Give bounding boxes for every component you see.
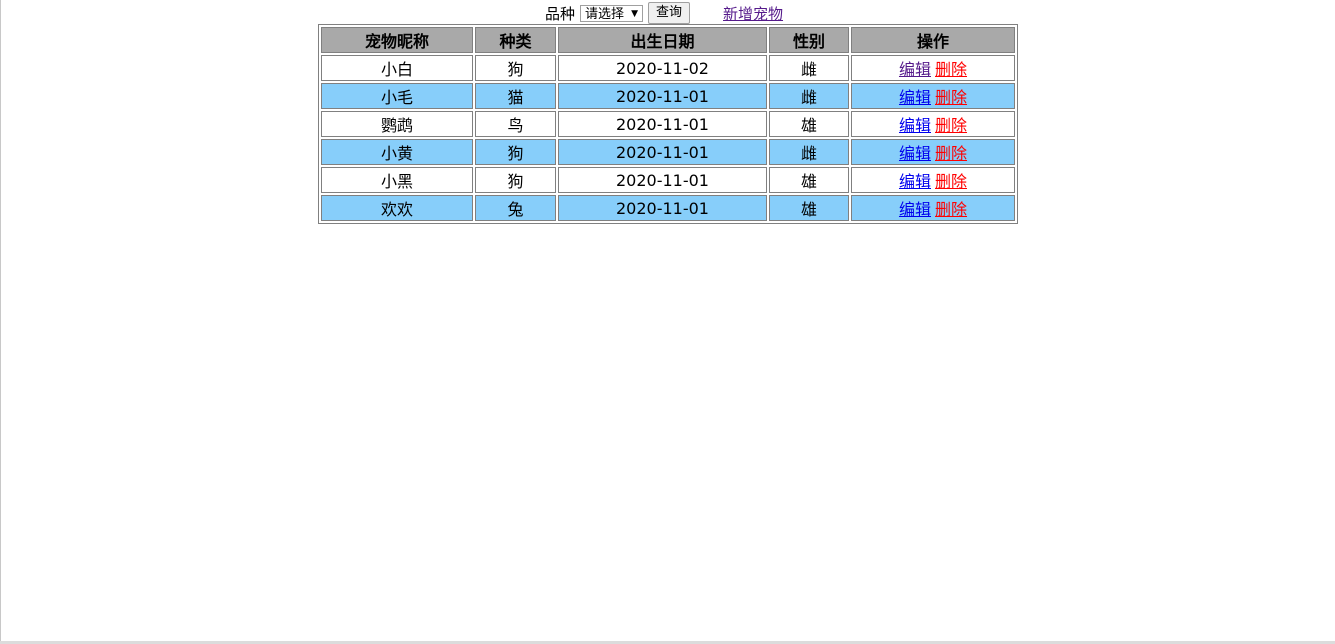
table-row: 小毛 猫 2020-11-01 雌 编辑 删除 (321, 83, 1015, 109)
pet-kind: 狗 (475, 167, 556, 193)
delete-link[interactable]: 删除 (935, 60, 967, 79)
page: 品种 请选择 ▼ 查询 新增宠物 宠物昵称 种类 出生日期 性别 操作 小白 狗… (0, 0, 1335, 644)
pet-actions: 编辑 删除 (851, 167, 1015, 193)
breed-select-value: 请选择 (585, 6, 625, 22)
pet-kind: 狗 (475, 55, 556, 81)
pet-table: 宠物昵称 种类 出生日期 性别 操作 小白 狗 2020-11-02 雌 编辑删… (318, 24, 1018, 224)
pet-birth-date: 2020-11-02 (558, 55, 767, 81)
pet-actions: 编辑 删除 (851, 111, 1015, 137)
header-actions: 操作 (851, 27, 1015, 53)
edit-link[interactable]: 编辑 (899, 116, 931, 135)
edit-link[interactable]: 编辑 (899, 60, 931, 79)
delete-link[interactable]: 删除 (935, 200, 967, 219)
header-birth-date: 出生日期 (558, 27, 767, 53)
pet-actions: 编辑 删除 (851, 195, 1015, 221)
pet-name: 小毛 (321, 83, 473, 109)
pet-gender: 雄 (769, 111, 849, 137)
table-row: 小白 狗 2020-11-02 雌 编辑 删除 (321, 55, 1015, 81)
pet-gender: 雄 (769, 167, 849, 193)
pet-birth-date: 2020-11-01 (558, 111, 767, 137)
pet-actions: 编辑 删除 (851, 83, 1015, 109)
header-name: 宠物昵称 (321, 27, 473, 53)
pet-name: 小黑 (321, 167, 473, 193)
delete-link[interactable]: 删除 (935, 172, 967, 191)
pet-actions: 编辑 删除 (851, 55, 1015, 81)
pet-name: 鹦鹉 (321, 111, 473, 137)
edit-link[interactable]: 编辑 (899, 172, 931, 191)
pet-gender: 雌 (769, 139, 849, 165)
dropdown-arrow-icon: ▼ (631, 8, 639, 19)
header-gender: 性别 (769, 27, 849, 53)
pet-name: 小黄 (321, 139, 473, 165)
table-header-row: 宠物昵称 种类 出生日期 性别 操作 (321, 27, 1015, 53)
delete-link[interactable]: 删除 (935, 144, 967, 163)
pet-kind: 狗 (475, 139, 556, 165)
pet-gender: 雌 (769, 55, 849, 81)
delete-link[interactable]: 删除 (935, 116, 967, 135)
breed-label: 品种 (545, 4, 576, 23)
edit-link[interactable]: 编辑 (899, 144, 931, 163)
pet-actions: 编辑 删除 (851, 139, 1015, 165)
pet-name: 小白 (321, 55, 473, 81)
table-row: 小黄 狗 2020-11-01 雌 编辑 删除 (321, 139, 1015, 165)
pet-birth-date: 2020-11-01 (558, 195, 767, 221)
add-pet-link[interactable]: 新增宠物 (723, 3, 783, 24)
search-bar: 品种 请选择 ▼ 查询 新增宠物 (545, 2, 783, 24)
pet-kind: 兔 (475, 195, 556, 221)
header-kind: 种类 (475, 27, 556, 53)
table-row: 小黑 狗 2020-11-01 雄 编辑 删除 (321, 167, 1015, 193)
pet-kind: 猫 (475, 83, 556, 109)
pet-gender: 雌 (769, 83, 849, 109)
pet-birth-date: 2020-11-01 (558, 83, 767, 109)
query-button[interactable]: 查询 (648, 2, 691, 24)
pet-gender: 雄 (769, 195, 849, 221)
pet-birth-date: 2020-11-01 (558, 139, 767, 165)
table-row: 鹦鹉 鸟 2020-11-01 雄 编辑 删除 (321, 111, 1015, 137)
edit-link[interactable]: 编辑 (899, 88, 931, 107)
table-row: 欢欢 兔 2020-11-01 雄 编辑 删除 (321, 195, 1015, 221)
pet-name: 欢欢 (321, 195, 473, 221)
edit-link[interactable]: 编辑 (899, 200, 931, 219)
pet-birth-date: 2020-11-01 (558, 167, 767, 193)
window-left-edge (0, 0, 1, 644)
breed-select[interactable]: 请选择 ▼ (580, 4, 644, 22)
pet-kind: 鸟 (475, 111, 556, 137)
delete-link[interactable]: 删除 (935, 88, 967, 107)
